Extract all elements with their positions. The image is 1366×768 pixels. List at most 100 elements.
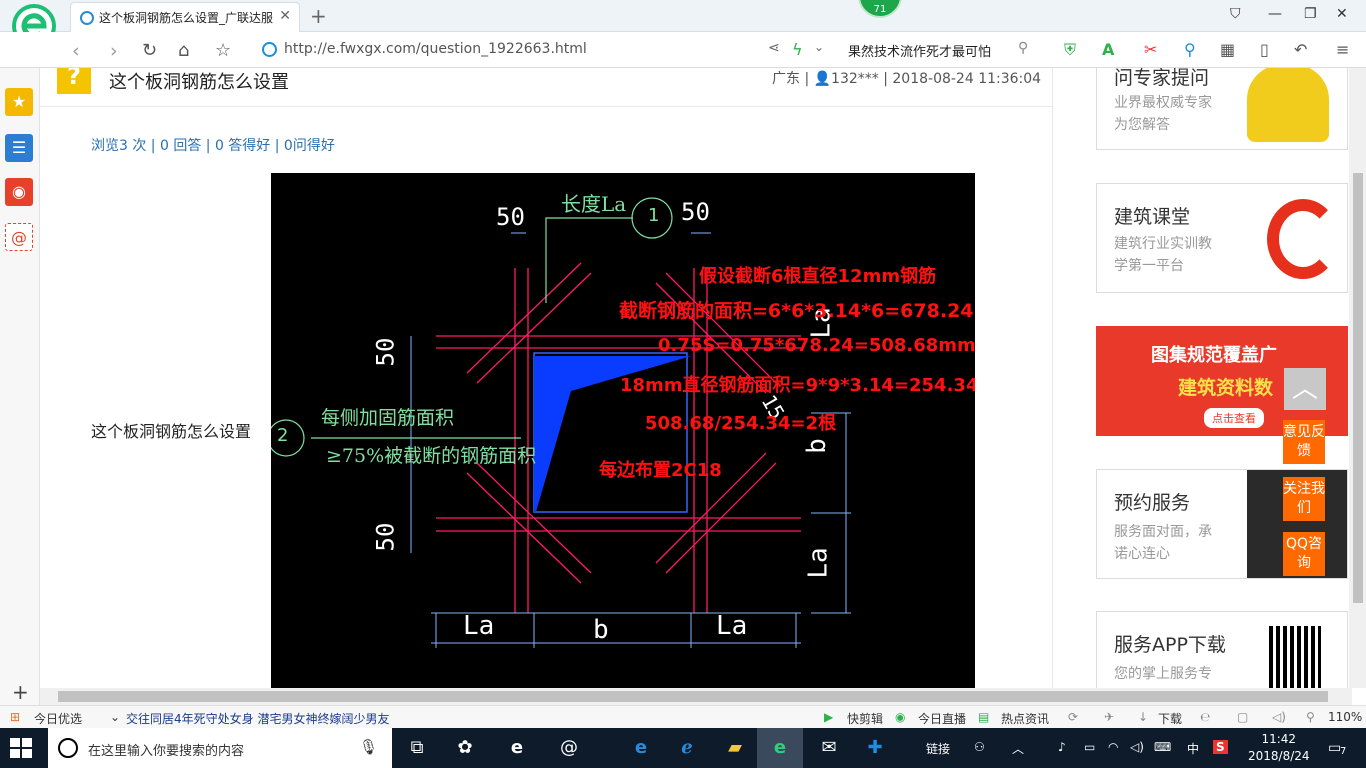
device-icon[interactable]: ▯ [1260,40,1269,59]
calc-line-3: 0.75S=0.75*678.24=508.68mm2 [658,335,975,356]
battery-icon[interactable]: ▭ [1084,740,1095,754]
chevron-down-icon: ⌄ [110,710,121,724]
download-link[interactable]: 下载 [1158,710,1182,727]
news-ticker[interactable]: 果然技术流作死才最可怕 [848,41,991,60]
cad-drawing-image[interactable]: 长度La 1 2 50 50 50 50 La b La b La La 15 … [271,173,975,688]
vertical-scrollbar[interactable] [1349,68,1366,688]
system-clock[interactable]: 11:42 2018/8/24 [1248,731,1310,765]
today-picks[interactable]: 今日优选 [34,710,82,727]
card-sub: 建筑行业实训教 [1114,236,1212,252]
minimize-button[interactable]: — [1268,6,1282,22]
translate-icon[interactable]: A [1102,40,1114,59]
feedback-button[interactable]: 意见反馈 [1283,420,1325,464]
links-toolbar[interactable]: 链接 [926,740,950,757]
pin-icon[interactable]: ✈ [1104,710,1114,724]
shield-icon[interactable]: ⛨ [1064,40,1076,60]
search-icon[interactable]: ⚲ [1018,40,1028,56]
taskbar-search-input[interactable]: 在这里输入你要搜索的内容 🎙 [48,728,392,768]
keyboard-icon[interactable]: ⌨ [1154,740,1171,754]
horizontal-scroll-thumb[interactable] [58,691,1328,702]
zoom-level[interactable]: 110% [1328,710,1362,724]
weibo-icon[interactable]: ◉ [5,178,33,206]
menu-icon[interactable]: ≡ [1336,40,1349,59]
back-to-top-button[interactable]: ︿ [1284,368,1326,410]
bookmark-star-icon[interactable]: ☆ [215,40,231,61]
edge-e-icon[interactable]: e [494,728,540,768]
chevron-down-icon[interactable]: ⌄ [814,40,824,54]
speaker-icon[interactable]: ◁) [1130,740,1144,754]
banner-view-button[interactable]: 点击查看 [1204,408,1264,428]
ie-browser-icon[interactable]: ℯ [664,728,710,768]
dim-la-lower-right: La [803,547,834,579]
mail-icon[interactable]: ✉ [806,728,852,768]
sogou-icon[interactable]: S [1213,740,1228,754]
headline-link[interactable]: 交往同居4年死守处女身 潜宅男女神终嫁阔少男友 [126,710,389,727]
magnifier-icon[interactable]: ⚲ [1184,40,1196,59]
reading-list-icon[interactable]: ☰ [5,134,33,162]
app-download-card[interactable]: 服务APP下载 您的掌上服务专 [1096,611,1348,688]
add-sidebar-icon[interactable]: + [12,680,29,704]
url-field[interactable]: http://e.fwxgx.com/question_1922663.html [262,38,757,62]
swirl-app-icon[interactable]: @ [546,728,592,768]
ime-indicator[interactable]: 中 [1187,740,1199,757]
notification-badge[interactable]: 71 [858,0,902,18]
left-sidebar: ★ ☰ ◉ @ + [0,68,40,708]
microphone-icon[interactable]: 🎙 [359,738,378,756]
file-explorer-icon[interactable]: ▰ [712,728,758,768]
news-icon: ▤ [978,710,990,724]
scissors-icon[interactable]: ✂ [1144,40,1157,59]
close-window-button[interactable]: ✕ [1336,6,1348,22]
email-icon[interactable]: @ [5,223,33,251]
note-line-1: 每侧加固筋面积 [321,407,455,429]
undo-icon[interactable]: ↶ [1294,40,1307,59]
follow-us-button[interactable]: 关注我们 [1283,477,1325,521]
refresh-status-icon[interactable]: ⟳ [1068,710,1078,724]
card-sub: 诺心连心 [1114,546,1170,562]
today-live[interactable]: 今日直播 [918,710,966,727]
home-icon[interactable]: ⌂ [178,40,189,61]
horizontal-scrollbar[interactable] [40,688,1352,705]
new-tab-button[interactable]: + [310,4,327,28]
back-button[interactable]: ‹ [72,40,80,62]
dim-50-left-lower: 50 [371,522,400,552]
classroom-card[interactable]: 建筑课堂 建筑行业实训教 学第一平台 [1096,183,1348,293]
dim-50-top-left: 50 [496,203,525,231]
volume-icon[interactable]: ◁) [1272,710,1286,724]
restore-button[interactable]: ❐ [1304,6,1317,22]
notification-bell-icon[interactable]: ♪ [1058,740,1066,754]
close-tab-icon[interactable]: ✕ [279,8,291,24]
favorites-star-icon[interactable]: ★ [5,88,33,116]
browser-tab[interactable]: 这个板洞钢筋怎么设置_广联达服 ✕ [70,2,300,32]
card-sub: 服务面对面，承 [1114,524,1212,540]
window-icon[interactable]: ▢ [1237,710,1248,724]
refresh-icon[interactable]: ↻ [142,40,157,61]
gift-icon: ⊞ [10,710,21,724]
ie-icon[interactable]: ℮ [1200,710,1210,724]
wifi-icon[interactable]: ◠ [1108,740,1118,754]
classroom-logo-icon [1267,199,1339,279]
quick-clip[interactable]: 快剪辑 [847,710,883,727]
task-view-icon[interactable]: ⧉ [394,728,440,768]
clock-time: 11:42 [1261,732,1297,746]
pinwheel-app-icon[interactable]: ✿ [442,728,488,768]
windows-start-icon[interactable] [10,738,32,758]
browser-active-icon[interactable]: e [757,728,803,768]
question-stats[interactable]: 浏览3 次 | 0 回答 | 0 答得好 | 0问得好 [91,135,335,155]
hot-news[interactable]: 热点资讯 [1001,710,1049,727]
lightning-icon[interactable]: ϟ [792,40,803,59]
question-title: 这个板洞钢筋怎么设置 [109,72,289,93]
chevron-up-icon[interactable]: ︿ [1012,740,1024,757]
vertical-scroll-thumb[interactable] [1353,173,1363,603]
forward-button[interactable]: › [110,40,118,62]
clock-date: 2018/8/24 [1248,749,1310,763]
apps-icon[interactable]: ▦ [1220,40,1235,59]
plus-app-icon[interactable]: ✚ [852,728,898,768]
card-title: 服务APP下载 [1114,634,1226,656]
qq-consult-button[interactable]: QQ咨询 [1283,532,1325,576]
shirt-icon[interactable]: ⛉ [1230,6,1241,22]
share-icon[interactable]: ⋖ [768,40,780,56]
edge-browser-icon[interactable]: e [618,728,664,768]
people-icon[interactable]: ⚇ [974,740,985,754]
cortana-icon [58,738,78,758]
ask-expert-card[interactable]: 问专家提问 业界最权威专家 为您解答 [1096,68,1348,150]
